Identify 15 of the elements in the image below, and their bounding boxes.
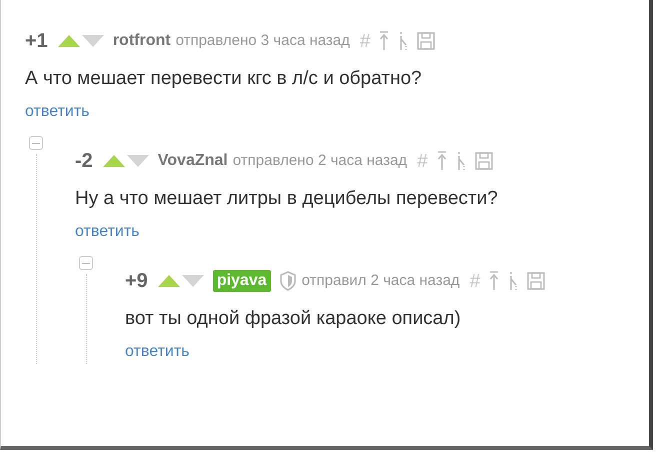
comment-text: вот ты одной фразой караоке описал) xyxy=(125,307,462,331)
comment-score: +9 xyxy=(125,269,148,294)
reply-link[interactable]: ответить xyxy=(25,103,90,120)
comment-time: отправлено 3 часа назад xyxy=(176,30,350,51)
comment-score: +1 xyxy=(25,29,48,54)
comment-score: -2 xyxy=(75,149,93,174)
author-link[interactable]: piyava xyxy=(212,270,271,292)
comment-text: Ну а что мешает литры в децибелы перевести? xyxy=(75,187,499,211)
comment-time: отправлено 2 часа назад xyxy=(232,150,408,171)
reply-link[interactable]: ответить xyxy=(125,343,190,360)
author-link[interactable]: rotfront xyxy=(112,29,171,53)
comment-time: отправил 2 часа назад xyxy=(302,270,460,291)
author-link[interactable]: VovaZnal xyxy=(158,149,228,173)
reply-link[interactable]: ответить xyxy=(75,223,140,240)
comment-text: А что мешает перевести кгс в л/с и обратно? xyxy=(25,67,423,91)
